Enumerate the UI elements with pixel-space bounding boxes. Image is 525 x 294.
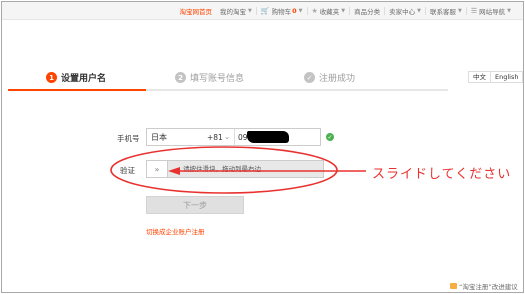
- annotation-overlay: [110, 146, 366, 194]
- feedback-link[interactable]: “淘宝注册”改进建议: [450, 281, 518, 291]
- annotation-ellipse: [110, 146, 338, 194]
- feedback-label: “淘宝注册”改进建议: [459, 283, 518, 291]
- annotation-text: スライドしてください: [372, 167, 512, 182]
- feedback-icon: [450, 283, 457, 289]
- annotation-arrow-head: [168, 167, 180, 175]
